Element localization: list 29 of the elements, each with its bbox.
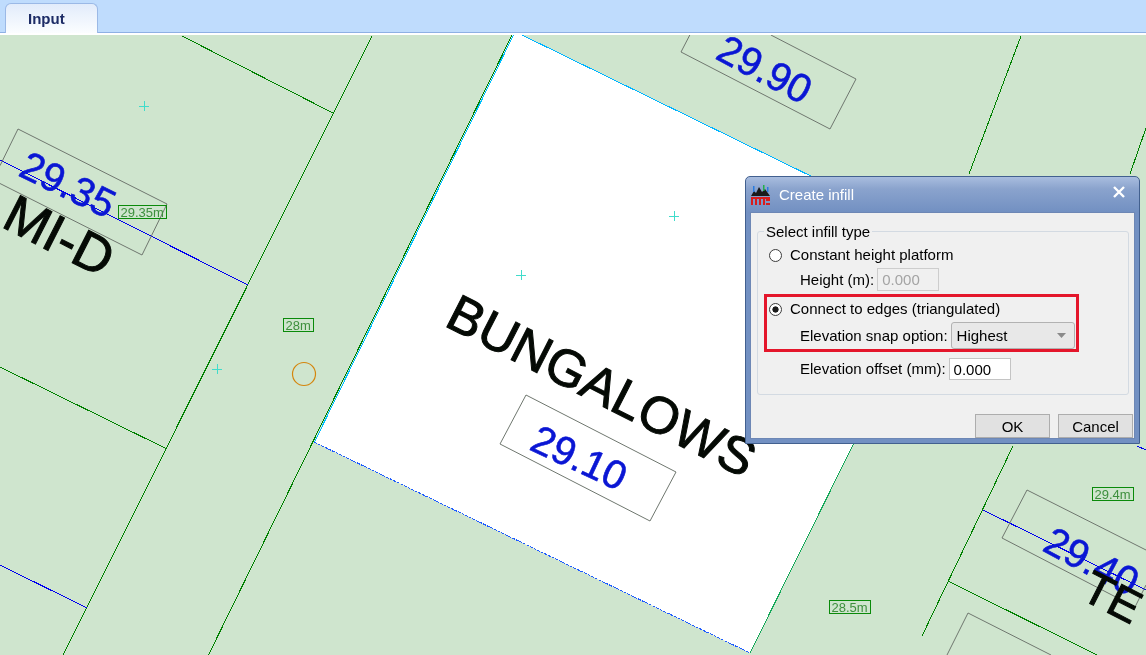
spot-height-label: 29.4m (1092, 486, 1134, 502)
group-title: Select infill type (765, 223, 872, 240)
spot-height-label: 29.35m (118, 204, 167, 220)
plus-marker-icon (138, 100, 150, 112)
boundary-line (1129, 127, 1146, 175)
field-label: Elevation snap option: (800, 326, 948, 345)
dialog-button[interactable]: Cancel (1058, 414, 1133, 438)
plus-marker-icon (668, 210, 680, 222)
plus-marker-icon (211, 363, 223, 375)
dialog-button[interactable]: OK (975, 414, 1050, 438)
radio-label[interactable]: Constant height platform (790, 246, 954, 264)
radio-label[interactable]: Connect to edges (triangulated) (790, 300, 1001, 318)
dialog-title: Create infill (779, 185, 856, 204)
radio-button[interactable] (769, 248, 782, 262)
close-icon (1113, 185, 1125, 198)
caret-icon (1056, 333, 1066, 338)
survey-line (1136, 445, 1146, 451)
tab[interactable]: Input (5, 3, 98, 33)
field-label: Elevation offset (mm): (800, 360, 946, 378)
elevation-label: 29.90 (680, 35, 857, 130)
radio-button[interactable] (769, 302, 782, 316)
spot-height-label: 28m (283, 317, 314, 333)
app-icon (750, 183, 771, 206)
text-field[interactable]: 0.000 (948, 358, 1011, 380)
field-label: Height (m): (800, 270, 875, 289)
spot-height-label: 28.5m (829, 599, 871, 615)
dropdown[interactable]: Highest (950, 322, 1075, 349)
circle-marker-icon (291, 361, 317, 387)
plus-marker-icon (515, 269, 527, 281)
